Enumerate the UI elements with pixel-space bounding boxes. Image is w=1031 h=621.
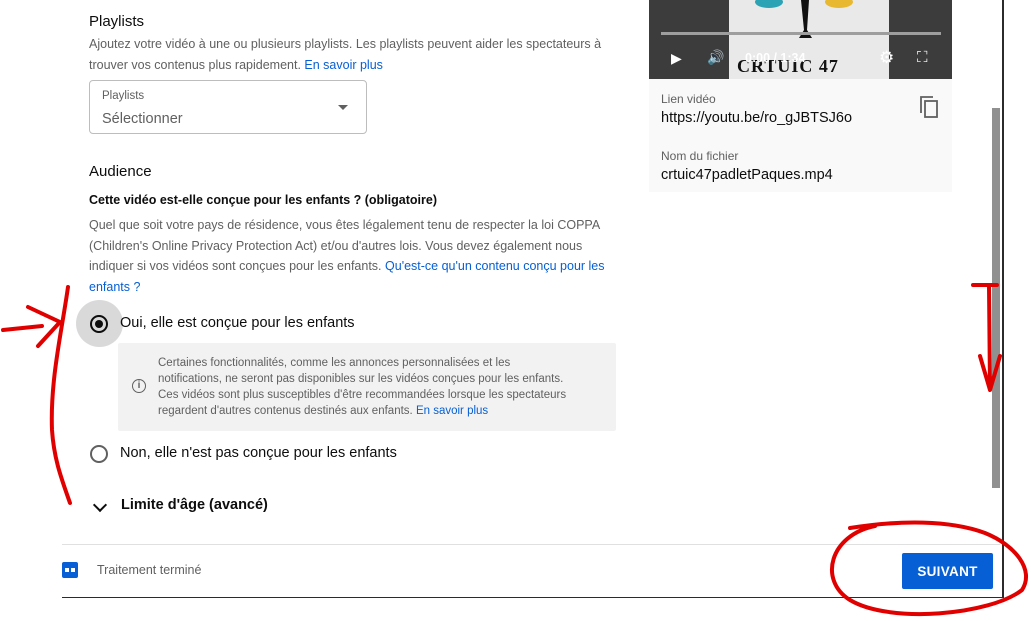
copy-icon[interactable] [920,96,938,118]
info-line1: Certaines fonctionnalités, comme les ann… [158,357,511,369]
info-line4: regardent d'autres contenus destinés aux… [158,405,413,417]
playlists-select[interactable]: Playlists Sélectionner [89,80,367,134]
info-icon: i [132,379,146,393]
volume-icon[interactable]: 🔊 [707,49,724,66]
video-link[interactable]: https://youtu.be/ro_gJBTSJ6o [661,110,852,126]
coppa-link-line2[interactable]: enfants ? [89,277,634,298]
playlists-description: Ajoutez votre vidéo à une ou plusieurs p… [89,34,629,75]
radio-selected-dot [95,320,103,328]
age-limit-toggle[interactable]: Limite d'âge (avancé) [121,497,268,513]
footer-divider [62,544,1000,545]
made-for-kids-info-box: i Certaines fonctionnalités, comme les a… [118,343,616,431]
info-box-text: Certaines fonctionnalités, comme les ann… [158,355,608,419]
radio-made-for-kids-no[interactable] [90,445,108,463]
video-time: 0:00 / 1:34 [745,51,806,65]
audience-description: Quel que soit votre pays de résidence, v… [89,215,634,297]
radio-no-label[interactable]: Non, elle n'est pas conçue pour les enfa… [120,445,397,461]
info-line3: Ces vidéos sont plus susceptibles d'être… [158,389,567,401]
hd-processing-icon [62,562,78,578]
playlists-select-value: Sélectionner [102,111,183,127]
settings-gear-icon[interactable]: ⚙ [879,48,894,68]
coppa-link[interactable]: Qu'est-ce qu'un contenu conçu pour les [385,259,605,273]
fullscreen-icon[interactable]: ⛶ [917,49,928,66]
playlists-learn-more-link[interactable]: En savoir plus [304,58,383,72]
file-name-label: Nom du fichier [661,149,739,163]
info-line2: notifications, ne seront pas disponibles… [158,373,564,385]
play-icon[interactable]: ▶ [671,50,682,67]
caret-down-icon [338,105,348,110]
video-link-label: Lien vidéo [661,92,716,106]
audience-desc-line1: Quel que soit votre pays de résidence, v… [89,218,601,232]
radio-yes-label[interactable]: Oui, elle est conçue pour les enfants [120,315,355,331]
playlists-desc-line2: trouver vos contenus plus rapidement. [89,57,301,72]
processing-status: Traitement terminé [97,563,202,577]
playlists-select-label: Playlists [102,90,145,102]
audience-desc-line2: (Children's Online Privacy Protection Ac… [89,238,583,253]
playlists-desc-line1: Ajoutez votre vidéo à une ou plusieurs p… [89,37,602,51]
outer-background [0,0,62,621]
video-progress-bar[interactable] [661,32,941,35]
audience-desc-line3: indiquer si vos vidéos sont conçues pour… [89,259,382,273]
audience-question: Cette vidéo est-elle conçue pour les enf… [89,193,437,207]
info-learn-more-link[interactable]: En savoir plus [416,405,488,417]
radio-made-for-kids-yes[interactable] [90,315,108,333]
file-name-value: crtuic47padletPaques.mp4 [661,167,833,183]
audience-title: Audience [89,163,152,180]
playlists-title: Playlists [89,13,145,30]
scrollbar-thumb[interactable] [992,108,1000,488]
next-button[interactable]: SUIVANT [902,553,993,589]
video-player[interactable]: CRTUIC 47 ▶ 🔊 0:00 / 1:34 ⚙ ⛶ [649,0,952,79]
